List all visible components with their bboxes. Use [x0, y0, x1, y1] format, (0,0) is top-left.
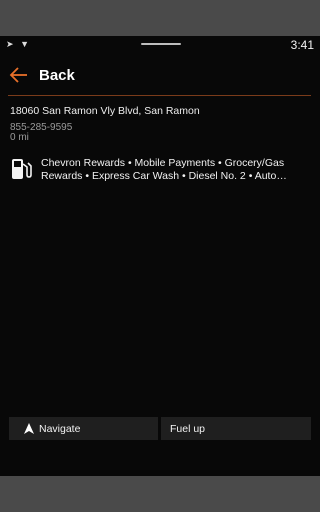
navigation-icon: ➤ — [6, 39, 16, 49]
device-screen: ➤ ▼ 3:41 Back 18060 San Ramon Vly Blvd, … — [0, 36, 320, 476]
fuel-up-label: Fuel up — [170, 422, 206, 435]
station-amenities: Chevron Rewards • Mobile Payments • Groc… — [41, 157, 285, 182]
back-button[interactable]: Back — [39, 67, 75, 84]
fuel-up-button[interactable]: Fuel up — [161, 417, 311, 440]
wifi-icon: ▼ — [20, 39, 31, 49]
status-time: 3:41 — [290, 38, 314, 52]
navigation-arrow-icon — [24, 423, 34, 434]
status-icons: ➤ ▼ — [6, 39, 31, 50]
back-arrow-icon[interactable] — [9, 65, 29, 85]
top-frame — [0, 0, 320, 36]
bottom-frame — [0, 476, 320, 512]
fuel-pump-icon — [12, 159, 32, 179]
station-address: 18060 San Ramon Vly Blvd, San Ramon — [10, 105, 200, 117]
navigate-label: Navigate — [39, 422, 81, 435]
header: Back — [0, 62, 320, 96]
navigate-button[interactable]: Navigate — [9, 417, 158, 440]
status-handle — [141, 43, 181, 45]
station-distance: 0 mi — [10, 132, 29, 143]
header-divider — [8, 95, 311, 96]
status-bar: ➤ ▼ 3:41 — [0, 36, 320, 54]
